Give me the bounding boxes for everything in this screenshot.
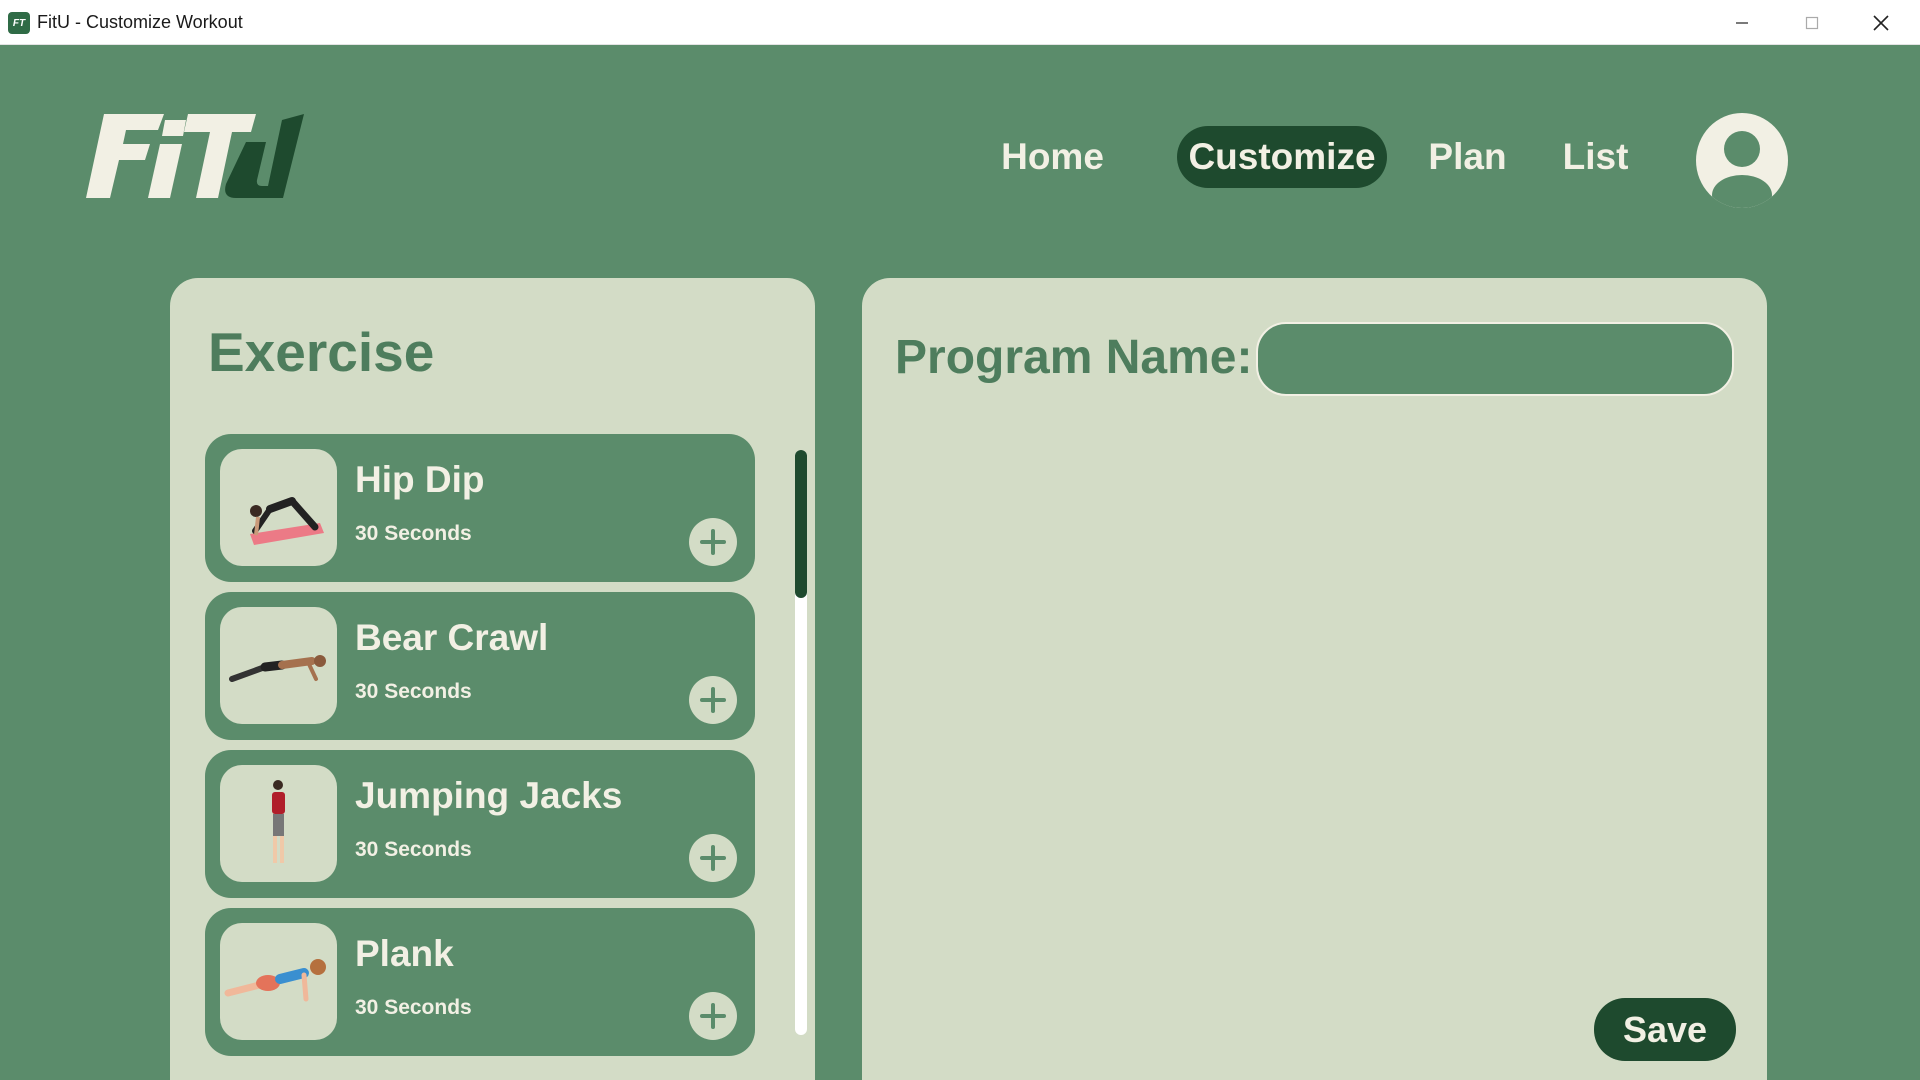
exercise-card-plank[interactable]: Plank 30 Seconds <box>205 908 755 1056</box>
profile-avatar-button[interactable] <box>1696 113 1788 208</box>
program-name-input[interactable] <box>1256 322 1734 396</box>
nav-home[interactable]: Home <box>990 126 1115 188</box>
scrollbar-thumb[interactable] <box>795 450 807 598</box>
plus-icon <box>700 687 726 713</box>
exercise-duration: 30 Seconds <box>355 996 472 1019</box>
user-icon <box>1712 131 1772 208</box>
add-exercise-button[interactable] <box>689 676 737 724</box>
add-exercise-button[interactable] <box>689 834 737 882</box>
jumping-jacks-figure <box>220 765 337 882</box>
plus-icon <box>700 1003 726 1029</box>
minimize-icon <box>1736 21 1748 24</box>
add-exercise-button[interactable] <box>689 992 737 1040</box>
nav-customize[interactable]: Customize <box>1177 126 1387 188</box>
program-panel: Program Name: Save <box>862 278 1767 1080</box>
exercise-list-scrollbar[interactable] <box>795 450 807 1035</box>
add-exercise-button[interactable] <box>689 518 737 566</box>
exercise-card-jumping-jacks[interactable]: Jumping Jacks 30 Seconds <box>205 750 755 898</box>
exercise-card-bear-crawl[interactable]: Bear Crawl 30 Seconds <box>205 592 755 740</box>
app-icon: FT <box>8 12 30 34</box>
window-title: FitU - Customize Workout <box>37 12 243 32</box>
exercise-panel: Exercise Hip Dip 30 Seconds Bear Crawl 3… <box>170 278 815 1080</box>
plank-figure <box>220 923 337 1040</box>
fitu-logo-mark <box>86 114 304 198</box>
exercise-name: Plank <box>355 933 454 974</box>
nav-plan[interactable]: Plan <box>1420 126 1515 188</box>
exercise-duration: 30 Seconds <box>355 680 472 703</box>
exercise-name: Hip Dip <box>355 459 485 500</box>
minimize-button[interactable] <box>1707 0 1777 45</box>
program-name-label: Program Name: <box>895 331 1253 384</box>
hip-dip-figure <box>220 449 337 566</box>
exercise-name: Bear Crawl <box>355 617 549 658</box>
window-title-bar: FT FitU - Customize Workout <box>0 0 1920 45</box>
exercise-heading: Exercise <box>208 321 435 383</box>
plus-icon <box>700 529 726 555</box>
maximize-button[interactable] <box>1777 0 1847 45</box>
close-icon <box>1873 14 1889 31</box>
close-button[interactable] <box>1846 0 1916 45</box>
exercise-name: Jumping Jacks <box>355 775 623 816</box>
plus-icon <box>700 845 726 871</box>
exercise-card-hip-dip[interactable]: Hip Dip 30 Seconds <box>205 434 755 582</box>
maximize-icon <box>1805 16 1819 29</box>
nav-list[interactable]: List <box>1558 126 1633 188</box>
save-button[interactable]: Save <box>1594 998 1736 1061</box>
bear-crawl-figure <box>220 607 337 724</box>
exercise-duration: 30 Seconds <box>355 522 472 545</box>
fitu-logo <box>86 106 304 209</box>
exercise-duration: 30 Seconds <box>355 838 472 861</box>
